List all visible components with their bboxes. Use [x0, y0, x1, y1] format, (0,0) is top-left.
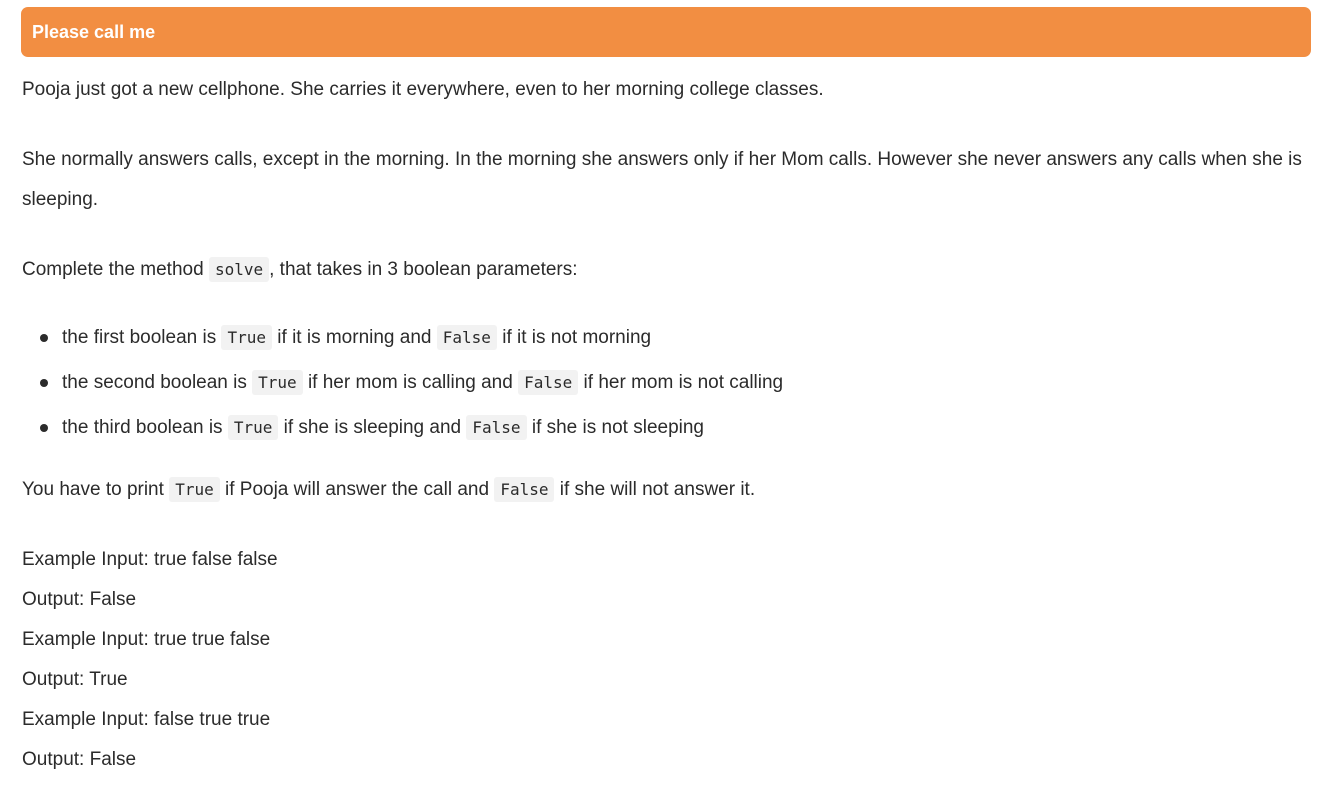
rule-text: the third boolean is [62, 417, 228, 438]
code-true: True [169, 477, 220, 502]
code-false: False [436, 325, 497, 350]
problem-header: Please call me [21, 7, 1311, 57]
examples-block: Example Input: true false false Output: … [22, 540, 1312, 780]
example-output: Output: True [22, 669, 128, 690]
rule-text: if she is not sleeping [526, 417, 705, 438]
rule-text: if it is morning and [272, 327, 437, 348]
print-paragraph: You have to print True if Pooja will ans… [22, 470, 1312, 510]
rule-text: if it is not morning [496, 327, 652, 348]
code-true: True [252, 370, 303, 395]
method-suffix: , that takes in 3 boolean parameters: [269, 259, 578, 280]
example-output: Output: False [22, 589, 137, 610]
rule-text: if she is sleeping and [278, 417, 467, 438]
problem-title: Please call me [32, 21, 156, 42]
rule-text: the second boolean is [62, 372, 253, 393]
parameter-list: the first boolean is True if it is morni… [22, 315, 1312, 450]
rule-text: if her mom is not calling [578, 372, 784, 393]
intro-paragraph: Pooja just got a new cellphone. She carr… [22, 79, 824, 100]
rules-paragraph: She normally answers calls, except in th… [22, 149, 1302, 210]
code-true: True [221, 325, 273, 350]
method-paragraph: Complete the method solve, that takes in… [22, 250, 1312, 290]
example-input: Example Input: false true true [22, 709, 271, 730]
code-true: True [227, 415, 279, 440]
code-false: False [494, 477, 555, 502]
example-output: Output: False [22, 749, 137, 770]
method-name-code: solve [208, 257, 270, 282]
rule-text: if her mom is calling and [302, 372, 519, 393]
code-false: False [518, 370, 579, 395]
print-text: You have to print [22, 479, 170, 500]
list-item: the third boolean is True if she is slee… [40, 405, 1312, 450]
print-text: if she will not answer it. [554, 479, 756, 500]
problem-description: Pooja just got a new cellphone. She carr… [22, 70, 1312, 780]
code-false: False [466, 415, 527, 440]
example-input: Example Input: true true false [22, 629, 271, 650]
example-input: Example Input: true false false [22, 549, 278, 570]
print-text: if Pooja will answer the call and [219, 479, 495, 500]
method-prefix: Complete the method [22, 259, 209, 280]
list-item: the first boolean is True if it is morni… [40, 315, 1312, 360]
list-item: the second boolean is True if her mom is… [40, 360, 1312, 405]
rule-text: the first boolean is [62, 327, 222, 348]
